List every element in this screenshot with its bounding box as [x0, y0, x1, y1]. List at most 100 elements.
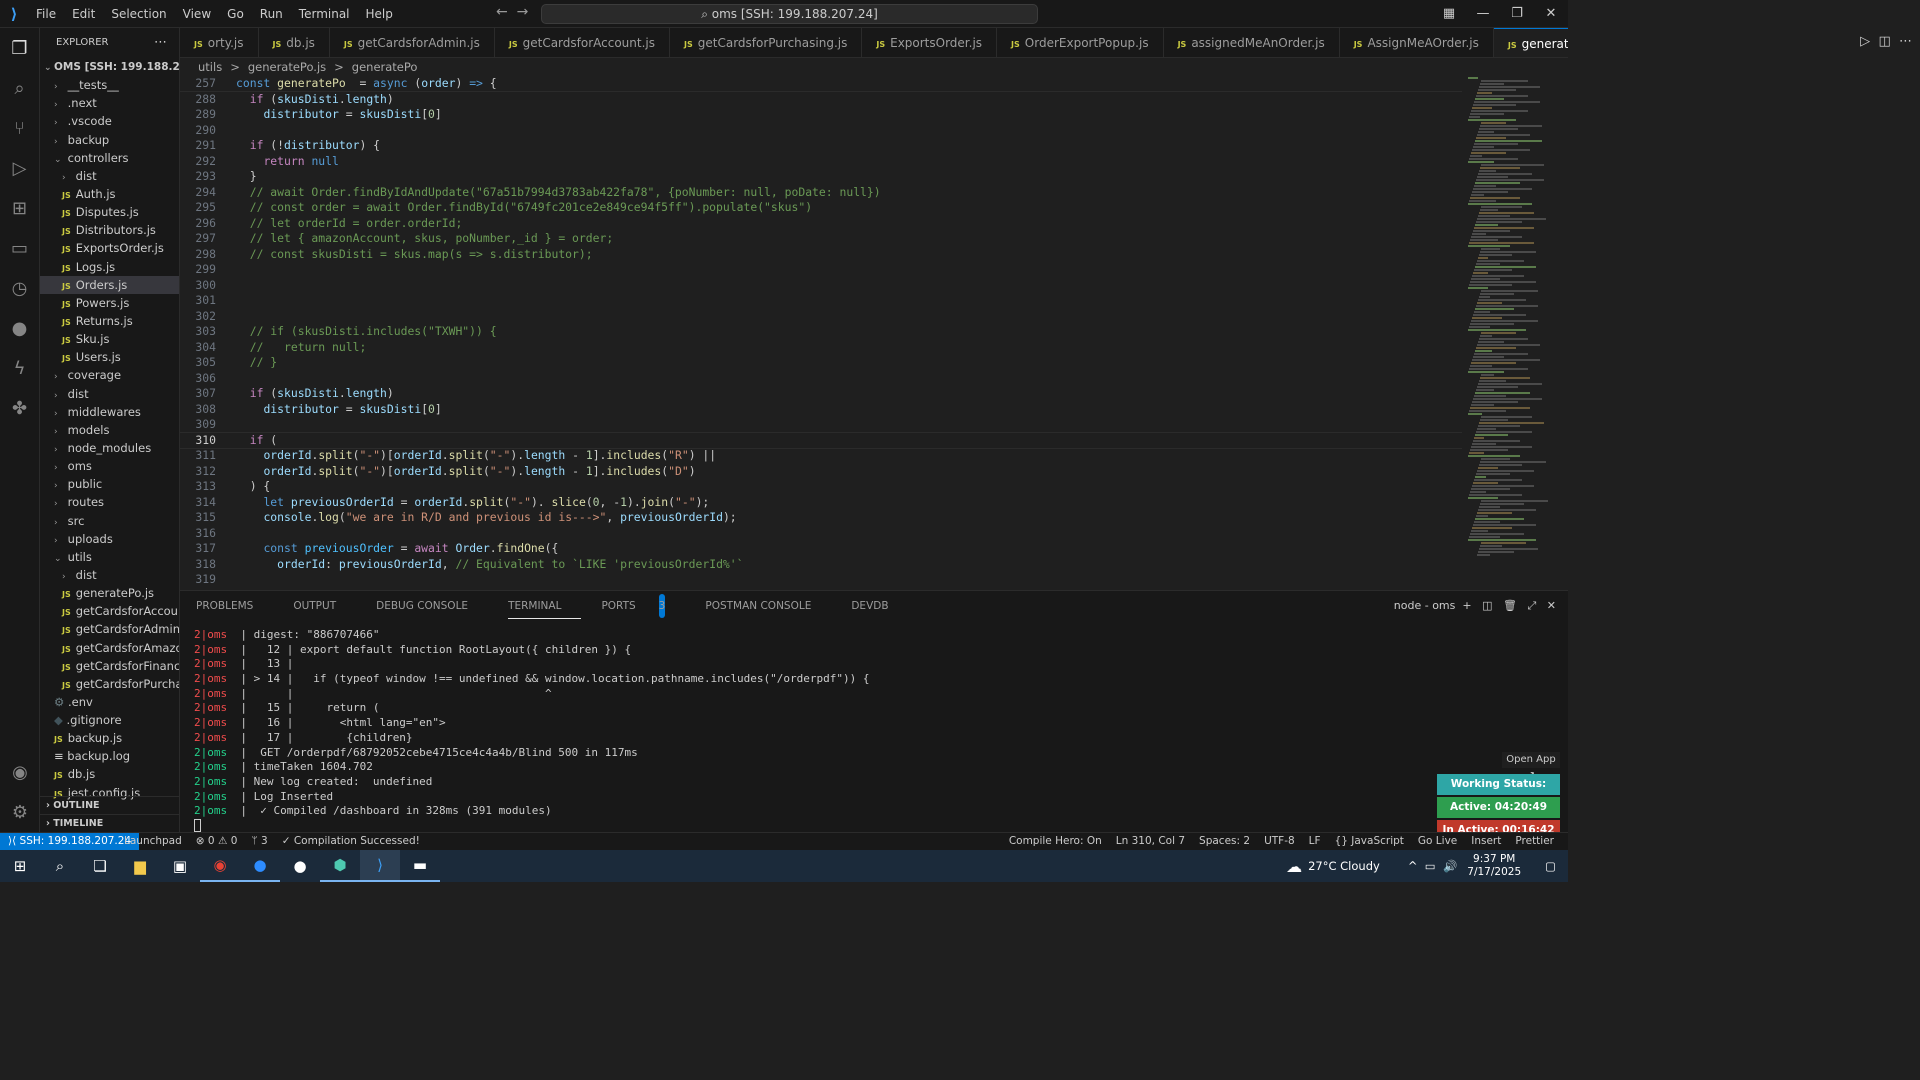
tree-item[interactable]: JS getCardsforAdmin.js [40, 620, 179, 638]
status-right-item[interactable]: LF [1309, 833, 1321, 850]
tree-item[interactable]: › oms [40, 457, 179, 475]
panel-tab-ports[interactable]: PORTS 3 [601, 588, 685, 624]
close-panel-icon[interactable]: ✕ [1547, 599, 1556, 612]
app-icon[interactable]: ⬢ [320, 850, 360, 882]
layout-icon[interactable]: ▦ [1432, 0, 1466, 28]
editor-more-icon[interactable]: ⋯ [1899, 34, 1912, 49]
menu-help[interactable]: Help [358, 7, 401, 21]
menu-file[interactable]: File [28, 7, 64, 21]
menu-edit[interactable]: Edit [64, 7, 103, 21]
menu-run[interactable]: Run [252, 7, 291, 21]
tree-item[interactable]: ⌄ controllers [40, 149, 179, 167]
volume-icon[interactable]: 🔊 [1443, 859, 1457, 873]
tab-orty-js[interactable]: JS orty.js [180, 28, 259, 57]
windows-start-icon[interactable]: ⊞ [0, 850, 40, 882]
tree-item[interactable]: ⚙ .env [40, 693, 179, 711]
code-editor[interactable]: 257 const generatePo = async (order) => {… [180, 76, 1462, 590]
tree-item[interactable]: ⌄ utils [40, 548, 179, 566]
tree-item[interactable]: › uploads [40, 530, 179, 548]
status-right-item[interactable]: Ln 310, Col 7 [1116, 833, 1185, 850]
tree-item[interactable]: › models [40, 421, 179, 439]
tree-item[interactable]: JS Returns.js [40, 312, 179, 330]
workspace-root[interactable]: ⌄OMS [SSH: 199.188.207.24] [40, 58, 179, 76]
panel-tab-problems[interactable]: PROBLEMS [196, 594, 273, 618]
source-control-icon[interactable]: ⑂ [0, 108, 39, 148]
terminal-output[interactable]: 2|oms | digest: "886707466" 2|oms | 12 | … [194, 628, 870, 834]
minimap[interactable] [1462, 76, 1562, 590]
tab-db-js[interactable]: JS db.js [259, 28, 330, 57]
restore-icon[interactable]: ❐ [1500, 0, 1534, 28]
remote-explorer-icon[interactable]: ▭ [0, 228, 39, 268]
tree-item[interactable]: JS Users.js [40, 348, 179, 366]
python-icon[interactable]: ✤ [0, 388, 39, 428]
status-left-item[interactable]: Launchpad [124, 833, 182, 850]
tab-exportsorder-js[interactable]: JS ExportsOrder.js [862, 28, 998, 57]
remote-indicator[interactable]: ⟩⟨ SSH: 199.188.207.24 [0, 833, 140, 851]
file-explorer-icon[interactable]: ▆ [120, 850, 160, 882]
tree-item[interactable]: › .vscode [40, 112, 179, 130]
explorer-icon[interactable]: ❐ [0, 28, 39, 68]
github-icon[interactable]: ● [280, 850, 320, 882]
tree-item[interactable]: JS getCardsforPurchasi... [40, 675, 179, 693]
tree-item[interactable]: › .next [40, 94, 179, 112]
tab-getcardsforpurchasing-js[interactable]: JS getCardsforPurchasing.js [670, 28, 863, 57]
zoom-icon[interactable]: ● [240, 850, 280, 882]
menu-terminal[interactable]: Terminal [291, 7, 358, 21]
outline-section[interactable]: › OUTLINE [40, 796, 179, 814]
tree-item[interactable]: › routes [40, 493, 179, 511]
tree-item[interactable]: JS Orders.js [40, 275, 179, 294]
status-right-item[interactable]: UTF-8 [1264, 833, 1295, 850]
panel-tab-debug-console[interactable]: DEBUG CONSOLE [376, 594, 488, 618]
chrome-icon[interactable]: ◉ [200, 850, 240, 882]
tree-item[interactable]: JS Logs.js [40, 258, 179, 276]
terminal-taskbar-icon[interactable]: ▬ [400, 850, 440, 882]
close-window-icon[interactable]: ✕ [1534, 0, 1568, 28]
clock[interactable]: 9:37 PM 7/17/2025 [1467, 853, 1521, 879]
timeline-section[interactable]: › TIMELINE [40, 814, 179, 832]
tree-item[interactable]: JS getCardsforFinance.js [40, 657, 179, 675]
tree-item[interactable]: JS getCardsforAmazon.js [40, 639, 179, 657]
network-icon[interactable]: ▭ [1425, 859, 1436, 873]
tree-item[interactable]: JS Disputes.js [40, 203, 179, 221]
panel-tab-devdb[interactable]: DEVDB [851, 594, 908, 618]
status-left-item[interactable]: ✓ Compilation Successed! [282, 833, 420, 850]
tree-item[interactable]: JS backup.js [40, 729, 179, 747]
new-terminal-icon[interactable]: + [1462, 599, 1471, 612]
tab-assignmeaorder-js[interactable]: JS AssignMeAOrder.js [1340, 28, 1494, 57]
tree-item[interactable]: › dist [40, 385, 179, 403]
terminal-name[interactable]: node - oms [1394, 599, 1456, 612]
thunder-icon[interactable]: ϟ [0, 348, 39, 388]
status-right-item[interactable]: Compile Hero: On [1009, 833, 1102, 850]
tree-item[interactable]: › middlewares [40, 403, 179, 421]
minimize-icon[interactable]: — [1466, 0, 1500, 28]
account-icon[interactable]: ◉ [0, 752, 40, 792]
settings-gear-icon[interactable]: ⚙ [0, 792, 40, 832]
panel-tab-postman-console[interactable]: POSTMAN CONSOLE [705, 594, 831, 618]
timeline-icon[interactable]: ◷ [0, 268, 39, 308]
panel-tab-output[interactable]: OUTPUT [293, 594, 356, 618]
tree-item[interactable]: JS Auth.js [40, 185, 179, 203]
store-icon[interactable]: ▣ [160, 850, 200, 882]
tab-getcardsforadmin-js[interactable]: JS getCardsforAdmin.js [330, 28, 495, 57]
breadcrumb-item[interactable]: generatePo.js [248, 60, 326, 74]
breadcrumb-item[interactable]: generatePo [352, 60, 418, 74]
tree-item[interactable]: JS generatePo.js [40, 584, 179, 602]
status-left-item[interactable]: ⊗ 0 ⚠ 0 [196, 833, 238, 850]
tree-item[interactable]: › dist [40, 167, 179, 185]
panel-tab-terminal[interactable]: TERMINAL [508, 594, 582, 619]
task-view-icon[interactable]: ❏ [80, 850, 120, 882]
tab-orderexportpopup-js[interactable]: JS OrderExportPopup.js [997, 28, 1164, 57]
menu-view[interactable]: View [175, 7, 219, 21]
tree-item[interactable]: › backup [40, 131, 179, 149]
postman-icon[interactable]: ● [0, 308, 39, 348]
tab-getcardsforaccount-js[interactable]: JS getCardsforAccount.js [495, 28, 670, 57]
run-debug-icon[interactable]: ▷ [0, 148, 39, 188]
open-app-button[interactable]: Open App ↗ [1502, 752, 1560, 781]
search-icon[interactable]: ⌕ [0, 68, 39, 108]
status-right-item[interactable]: Insert [1471, 833, 1501, 850]
nav-arrows[interactable]: ← → [496, 4, 528, 20]
tree-item[interactable]: JS Powers.js [40, 294, 179, 312]
maximize-panel-icon[interactable]: ⤢ [1527, 599, 1536, 612]
vscode-taskbar-icon[interactable]: ⟩ [360, 850, 400, 882]
run-icon[interactable]: ▷ [1860, 34, 1870, 49]
